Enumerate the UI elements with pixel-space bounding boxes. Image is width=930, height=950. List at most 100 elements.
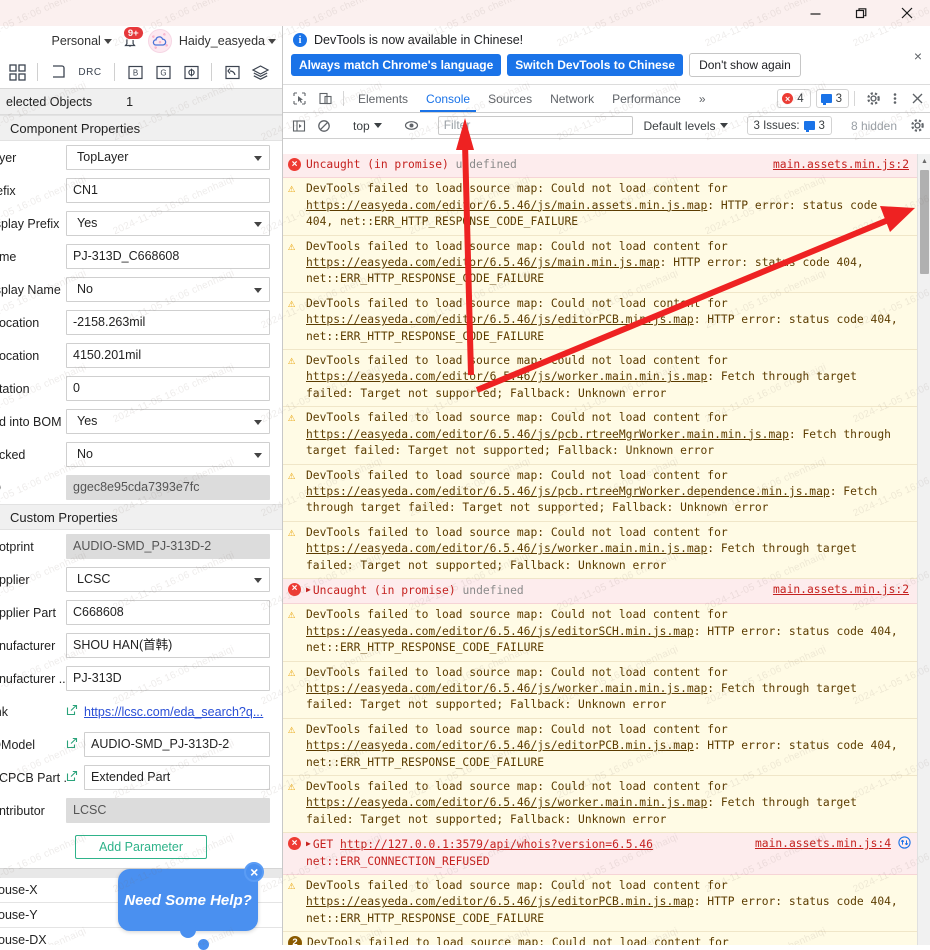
- route-icon[interactable]: [45, 59, 71, 85]
- request-url[interactable]: http://127.0.0.1:3579/api/whois?version=…: [340, 838, 653, 851]
- source-map-url[interactable]: https://easyeda.com/editor/6.5.46/js/edi…: [306, 895, 694, 908]
- notice-button[interactable]: Don't show again: [689, 53, 801, 77]
- property-input[interactable]: CN1: [66, 178, 270, 203]
- window-close-button[interactable]: [884, 0, 930, 26]
- notice-button[interactable]: Always match Chrome's language: [291, 54, 502, 76]
- property-input[interactable]: PJ-313D: [66, 666, 270, 691]
- message-source-link[interactable]: main.assets.min.js:2: [773, 157, 909, 173]
- tab-sources[interactable]: Sources: [479, 85, 541, 112]
- external-link-icon[interactable]: [66, 770, 78, 785]
- console-message[interactable]: ⚠ DevTools failed to load source map: Cou…: [283, 292, 917, 351]
- console-message[interactable]: ⚠ DevTools failed to load source map: Cou…: [283, 718, 917, 776]
- more-tabs-button[interactable]: »: [690, 85, 715, 112]
- property-select[interactable]: No: [66, 442, 270, 467]
- device-toolbar-icon[interactable]: [312, 85, 338, 112]
- console-scrollbar-thumb[interactable]: [920, 170, 929, 274]
- pick-place-folder-icon[interactable]: [178, 59, 204, 85]
- property-input[interactable]: C668608: [66, 600, 270, 625]
- tab-network[interactable]: Network: [541, 85, 603, 112]
- console-message[interactable]: ⚠ DevTools failed to load source map: Cou…: [283, 776, 917, 834]
- clear-console-icon[interactable]: [311, 119, 336, 133]
- notifications-button[interactable]: 9+: [119, 26, 144, 52]
- scroll-up-arrow-icon[interactable]: ▲: [918, 154, 930, 168]
- console-message[interactable]: ⚠ DevTools failed to load source map: Cou…: [283, 350, 917, 408]
- property-link[interactable]: https://lcsc.com/eda_search?q...: [84, 705, 263, 719]
- console-message[interactable]: ⚠ DevTools failed to load source map: Cou…: [283, 521, 917, 579]
- source-map-url[interactable]: https://easyeda.com/editor/6.5.46/js/wor…: [306, 542, 707, 555]
- external-link-icon[interactable]: [66, 737, 78, 752]
- add-parameter-button[interactable]: Add Parameter: [75, 835, 207, 859]
- workspace-dropdown[interactable]: Personal: [51, 34, 112, 48]
- console-message[interactable]: ⚠ DevTools failed to load source map: Cou…: [283, 178, 917, 236]
- expand-triangle-icon[interactable]: ▶: [306, 836, 311, 852]
- property-input[interactable]: PJ-313D_C668608: [66, 244, 270, 269]
- undo-folder-icon[interactable]: [219, 59, 245, 85]
- console-scrollbar[interactable]: ▲: [917, 154, 930, 945]
- source-map-url[interactable]: https://easyeda.com/editor/6.5.46/js/mai…: [306, 199, 707, 212]
- issues-badge[interactable]: 3 Issues: 3: [746, 116, 832, 135]
- live-expression-icon[interactable]: [399, 118, 424, 133]
- avatar[interactable]: [147, 29, 172, 53]
- source-map-url[interactable]: https://easyeda.com/editor/6.5.46/js/mai…: [306, 256, 660, 269]
- gear-icon[interactable]: [860, 85, 886, 112]
- layers-icon[interactable]: [247, 59, 273, 85]
- error-count-badge[interactable]: × 4: [777, 89, 811, 108]
- source-map-url[interactable]: https://easyeda.com/editor/6.5.46/js/edi…: [306, 739, 694, 752]
- notice-close-icon[interactable]: ×: [914, 48, 922, 64]
- property-select[interactable]: No: [66, 277, 270, 302]
- external-link-icon[interactable]: [66, 704, 78, 719]
- console-sidebar-toggle-icon[interactable]: [286, 119, 311, 133]
- console-message[interactable]: × ▶ GET http://127.0.0.1:3579/api/whois?ve…: [283, 833, 917, 876]
- source-map-url[interactable]: https://easyeda.com/editor/6.5.46/js/wor…: [306, 370, 707, 383]
- message-count-badge[interactable]: 3: [815, 89, 849, 108]
- console-filter-input[interactable]: Filter: [437, 116, 634, 135]
- property-select[interactable]: LCSC: [66, 567, 270, 592]
- console-message[interactable]: ⚠ DevTools failed to load source map: Cou…: [283, 407, 917, 465]
- console-message[interactable]: ⚠ DevTools failed to load source map: Cou…: [283, 661, 917, 719]
- property-input[interactable]: -2158.263mil: [66, 310, 270, 335]
- notice-button[interactable]: Switch DevTools to Chinese: [507, 54, 684, 76]
- inspect-element-icon[interactable]: [286, 85, 312, 112]
- source-map-url[interactable]: https://easyeda.com/editor/6.5.46/js/edi…: [306, 625, 694, 638]
- user-dropdown[interactable]: Haidy_easyeda: [179, 34, 276, 48]
- property-select[interactable]: TopLayer: [66, 145, 270, 170]
- property-select[interactable]: Yes: [66, 211, 270, 236]
- console-message[interactable]: ⚠ DevTools failed to load source map: Cou…: [283, 604, 917, 662]
- window-minimize-button[interactable]: [792, 0, 838, 26]
- property-input[interactable]: AUDIO-SMD_PJ-313D-2: [84, 732, 270, 757]
- message-source-link[interactable]: main.assets.min.js:2: [773, 582, 909, 598]
- network-request-icon[interactable]: [898, 836, 911, 854]
- gerber-folder-icon[interactable]: G: [150, 59, 176, 85]
- grid-icon[interactable]: [4, 59, 30, 85]
- property-input[interactable]: 4150.201mil: [66, 343, 270, 368]
- bom-folder-icon[interactable]: B: [122, 59, 148, 85]
- message-source-link[interactable]: main.assets.min.js:4: [755, 836, 891, 852]
- console-message[interactable]: ⚠ DevTools failed to load source map: Cou…: [283, 235, 917, 293]
- tab-performance[interactable]: Performance: [603, 85, 690, 112]
- expand-triangle-icon[interactable]: ▶: [306, 582, 311, 598]
- console-message[interactable]: ⚠ DevTools failed to load source map: Cou…: [283, 464, 917, 522]
- source-map-url[interactable]: https://easyeda.com/editor/6.5.46/js/wor…: [306, 796, 707, 809]
- kebab-menu-icon[interactable]: [886, 85, 904, 112]
- console-message[interactable]: 2 DevTools failed to load source map: Cou…: [283, 932, 917, 945]
- execution-context-dropdown[interactable]: top: [347, 119, 388, 133]
- help-bubble[interactable]: Need Some Help? ×: [118, 862, 264, 950]
- help-bubble-close-icon[interactable]: ×: [244, 862, 264, 882]
- drc-button[interactable]: DRC: [73, 59, 107, 85]
- property-input[interactable]: 0: [66, 376, 270, 401]
- source-map-url[interactable]: https://easyeda.com/editor/6.5.46/js/edi…: [306, 313, 694, 326]
- console-message[interactable]: × ▶ Uncaught (in promise) undefined main.as…: [283, 578, 917, 605]
- log-levels-dropdown[interactable]: Default levels: [637, 119, 733, 133]
- tab-console[interactable]: Console: [417, 85, 479, 112]
- console-message[interactable]: × Uncaught (in promise) undefined main.ass…: [283, 154, 917, 179]
- property-input[interactable]: Extended Part: [84, 765, 270, 790]
- console-message-list[interactable]: × Uncaught (in promise) undefined main.ass…: [283, 154, 930, 945]
- source-map-url[interactable]: https://easyeda.com/editor/6.5.46/js/wor…: [306, 682, 707, 695]
- source-map-url[interactable]: https://easyeda.com/editor/6.5.46/js/pcb…: [306, 485, 830, 498]
- window-restore-button[interactable]: [838, 0, 884, 26]
- console-settings-gear-icon[interactable]: [905, 118, 930, 133]
- tab-elements[interactable]: Elements: [349, 85, 417, 112]
- console-message[interactable]: ⚠ DevTools failed to load source map: Cou…: [283, 875, 917, 933]
- source-map-url[interactable]: https://easyeda.com/editor/6.5.46/js/pcb…: [306, 428, 789, 441]
- close-icon[interactable]: [904, 85, 930, 112]
